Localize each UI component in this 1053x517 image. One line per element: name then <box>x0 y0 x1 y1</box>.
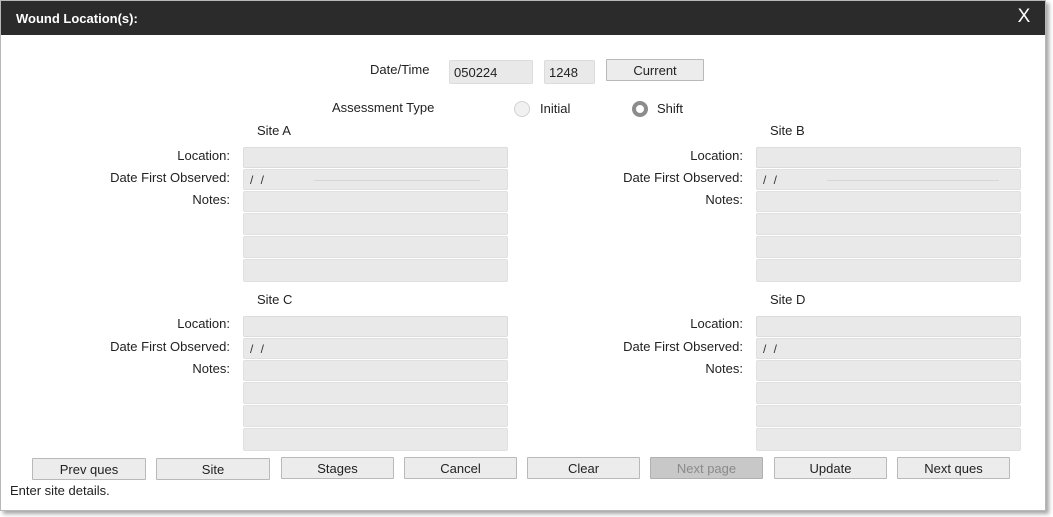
site-button[interactable]: Site <box>156 458 270 480</box>
site-c-notes-line-2[interactable] <box>243 382 508 404</box>
update-button[interactable]: Update <box>774 457 887 479</box>
site-a-date-divider <box>314 180 480 181</box>
site-b-notes-line-1[interactable] <box>756 191 1021 212</box>
title-bar: Wound Location(s): X <box>1 1 1045 35</box>
dialog-title: Wound Location(s): <box>16 11 138 26</box>
date-input[interactable] <box>449 60 533 84</box>
site-b-date-label: Date First Observed: <box>623 170 743 185</box>
site-b-notes-line-3[interactable] <box>756 236 1021 258</box>
site-d-title: Site D <box>770 292 806 307</box>
site-d-location-label: Location: <box>690 316 743 331</box>
status-text: Enter site details. <box>10 483 110 498</box>
site-c-notes-line-1[interactable] <box>243 360 508 381</box>
site-c-notes-line-3[interactable] <box>243 405 508 427</box>
site-d-notes-label: Notes: <box>705 361 743 376</box>
next-page-button: Next page <box>650 457 763 479</box>
site-b-notes-line-2[interactable] <box>756 213 1021 235</box>
initial-radio-label: Initial <box>540 101 571 116</box>
site-b-title: Site B <box>770 123 805 138</box>
stages-button[interactable]: Stages <box>281 457 394 479</box>
assessment-type-label: Assessment Type <box>332 100 435 115</box>
site-a-title: Site A <box>257 123 291 138</box>
site-a-notes-line-4[interactable] <box>243 259 508 282</box>
site-b-date-value: / / <box>763 173 780 187</box>
site-a-date-label: Date First Observed: <box>110 170 230 185</box>
site-b-location-input[interactable] <box>756 147 1021 168</box>
site-a-date-value: / / <box>250 173 267 187</box>
site-b-notes-label: Notes: <box>705 192 743 207</box>
site-d-location-input[interactable] <box>756 316 1021 337</box>
close-icon[interactable]: X <box>1013 5 1035 29</box>
site-c-location-input[interactable] <box>243 316 508 337</box>
time-input[interactable] <box>544 60 595 84</box>
shift-radio[interactable] <box>632 101 648 117</box>
site-b-notes-line-4[interactable] <box>756 259 1021 282</box>
site-d-date-input[interactable]: / / <box>756 338 1021 359</box>
datetime-label: Date/Time <box>370 62 430 77</box>
clear-button[interactable]: Clear <box>527 457 640 479</box>
wound-location-dialog: Wound Location(s): X Date/Time Current A… <box>0 0 1046 511</box>
site-c-notes-label: Notes: <box>192 361 230 376</box>
site-d-date-label: Date First Observed: <box>623 339 743 354</box>
current-button[interactable]: Current <box>606 59 704 81</box>
site-b-location-label: Location: <box>690 148 743 163</box>
site-a-notes-line-1[interactable] <box>243 191 508 212</box>
initial-radio[interactable] <box>514 101 530 117</box>
cancel-button[interactable]: Cancel <box>404 457 517 479</box>
site-a-location-label: Location: <box>177 148 230 163</box>
site-a-notes-line-3[interactable] <box>243 236 508 258</box>
site-c-notes-line-4[interactable] <box>243 428 508 451</box>
site-d-notes-line-3[interactable] <box>756 405 1021 427</box>
prev-ques-button[interactable]: Prev ques <box>32 458 146 480</box>
site-a-notes-label: Notes: <box>192 192 230 207</box>
site-c-location-label: Location: <box>177 316 230 331</box>
site-c-date-input[interactable]: / / <box>243 338 508 359</box>
site-b-date-input[interactable]: / / <box>756 169 1021 190</box>
site-d-date-value: / / <box>763 342 780 356</box>
site-c-title: Site C <box>257 292 293 307</box>
site-a-location-input[interactable] <box>243 147 508 168</box>
next-ques-button[interactable]: Next ques <box>897 457 1010 479</box>
site-c-date-label: Date First Observed: <box>110 339 230 354</box>
site-d-notes-line-1[interactable] <box>756 360 1021 381</box>
site-d-notes-line-4[interactable] <box>756 428 1021 451</box>
site-c-date-value: / / <box>250 342 267 356</box>
site-b-date-divider <box>827 180 999 181</box>
site-a-notes-line-2[interactable] <box>243 213 508 235</box>
site-a-date-input[interactable]: / / <box>243 169 508 190</box>
shift-radio-label: Shift <box>657 101 684 116</box>
site-d-notes-line-2[interactable] <box>756 382 1021 404</box>
